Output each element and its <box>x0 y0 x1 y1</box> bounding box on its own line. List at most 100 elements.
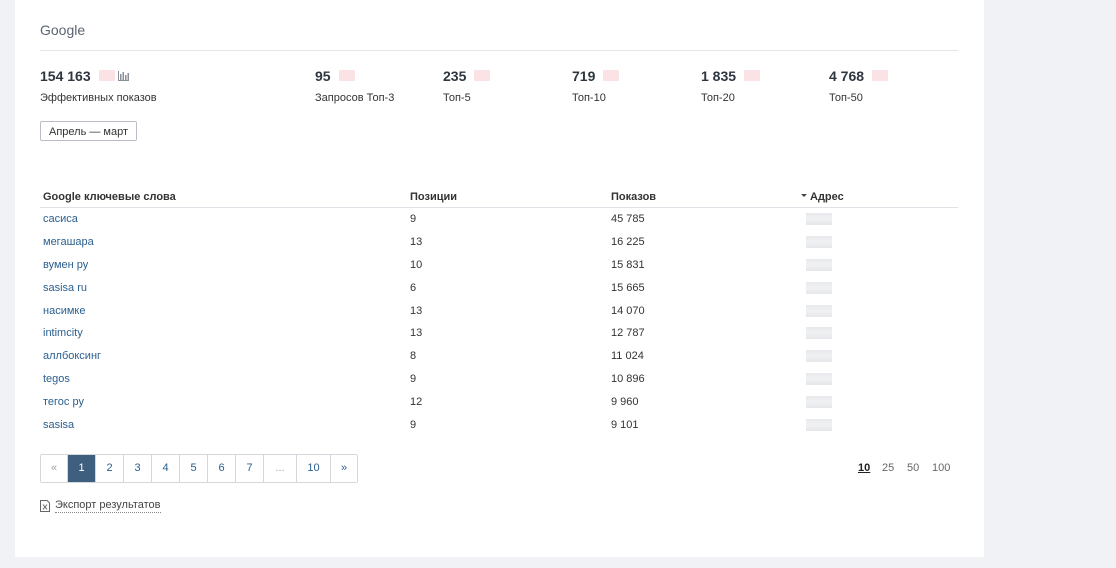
address-cell <box>798 368 958 391</box>
page-5-button[interactable]: 5 <box>180 455 208 482</box>
position-cell: 13 <box>410 236 423 249</box>
address-cell <box>798 322 958 345</box>
redacted-address <box>806 304 832 317</box>
position-cell: 9 <box>410 418 417 431</box>
position-cell: 13 <box>410 327 423 340</box>
keyword-cell: аллбоксинг <box>40 345 407 368</box>
stat-top-20: 1 835 Топ-20 <box>701 67 761 104</box>
keyword-cell: мегашара <box>40 231 407 254</box>
redacted-delta <box>474 70 491 82</box>
stat-effective-impressions: 154 163 Эффективных показов <box>40 67 157 104</box>
impressions-cell: 15 831 <box>611 258 645 271</box>
keyword-cell: intimcity <box>40 322 407 345</box>
stat-label: Топ-20 <box>701 92 735 104</box>
column-header-address-label: Адрес <box>810 190 844 203</box>
redacted-delta <box>744 70 761 82</box>
impressions-cell: 14 070 <box>611 304 645 317</box>
page-size-100[interactable]: 100 <box>932 462 950 474</box>
column-header-positions[interactable]: Позиции <box>407 186 608 208</box>
stat-value: 719 <box>572 67 596 84</box>
position-cell: 12 <box>410 395 423 408</box>
keyword-link[interactable]: мегашара <box>43 236 94 248</box>
position-cell: 10 <box>410 258 423 271</box>
stat-value: 154 163 <box>40 67 91 84</box>
stat-value: 4 768 <box>829 67 865 84</box>
bar-chart-icon[interactable] <box>117 70 129 81</box>
keyword-cell: тегос ру <box>40 390 407 413</box>
table-row: насимке 13 14 070 <box>40 299 958 322</box>
stat-top-10: 719 Топ-10 <box>572 67 620 104</box>
address-cell <box>798 345 958 368</box>
keyword-link[interactable]: аллбоксинг <box>43 350 101 362</box>
table-header-row: Google ключевые слова Позиции Показов Ад… <box>40 186 958 208</box>
keyword-link[interactable]: тегос ру <box>43 396 84 408</box>
keyword-link[interactable]: tegos <box>43 373 70 385</box>
table-row: tegos 9 10 896 <box>40 368 958 391</box>
title-divider <box>40 50 958 51</box>
redacted-address <box>806 213 832 226</box>
page-1-button[interactable]: 1 <box>68 455 96 482</box>
column-header-address[interactable]: Адрес <box>798 186 958 208</box>
page-2-button[interactable]: 2 <box>96 455 124 482</box>
stat-value: 1 835 <box>701 67 737 84</box>
keyword-cell: tegos <box>40 368 407 391</box>
stat-top-5: 235 Топ-5 <box>443 67 491 104</box>
keyword-link[interactable]: sasisa <box>43 419 74 431</box>
table-row: сасиса 9 45 785 <box>40 208 958 231</box>
keyword-link[interactable]: сасиса <box>43 213 78 225</box>
page-4-button[interactable]: 4 <box>152 455 180 482</box>
page-7-button[interactable]: 7 <box>236 455 264 482</box>
stat-label: Топ-5 <box>443 92 471 104</box>
table-row: sasisa ru 6 15 665 <box>40 276 958 299</box>
redacted-address <box>806 418 832 431</box>
page-6-button[interactable]: 6 <box>208 455 236 482</box>
page-size-50[interactable]: 50 <box>907 462 919 474</box>
keyword-link[interactable]: intimcity <box>43 327 83 339</box>
impressions-cell: 9 101 <box>611 418 639 431</box>
address-cell <box>798 276 958 299</box>
table-body: сасиса 9 45 785 мегашара 13 16 225 вумен ру 10 1… <box>40 208 958 436</box>
stat-top-3: 95 Запросов Топ-3 <box>315 67 394 104</box>
period-select-button[interactable]: Апрель — март <box>40 121 138 141</box>
redacted-address <box>806 236 832 249</box>
export-label: Экспорт результатов <box>55 499 161 513</box>
page-next-button[interactable]: » <box>331 455 357 482</box>
position-cell: 9 <box>410 372 417 385</box>
page-prev-button[interactable]: « <box>41 455 68 482</box>
keyword-link[interactable]: вумен ру <box>43 259 88 271</box>
table-row: intimcity 13 12 787 <box>40 322 958 345</box>
pagination: « 1 2 3 4 5 6 7 ... 10 » <box>40 454 358 483</box>
impressions-cell: 11 024 <box>611 350 644 363</box>
column-header-impressions[interactable]: Показов <box>608 186 798 208</box>
google-stats-panel: Google 154 163 Эффективных показов 95 За… <box>15 0 984 557</box>
keyword-link[interactable]: sasisa ru <box>43 282 87 294</box>
keyword-cell: вумен ру <box>40 254 407 277</box>
column-header-keyword[interactable]: Google ключевые слова <box>40 186 407 208</box>
keyword-cell: sasisa <box>40 413 407 436</box>
page-10-button[interactable]: 10 <box>297 455 331 482</box>
address-cell <box>798 299 958 322</box>
impressions-cell: 12 787 <box>611 327 645 340</box>
impressions-cell: 45 785 <box>611 213 645 226</box>
sort-desc-icon <box>801 194 807 198</box>
address-cell <box>798 254 958 277</box>
page-size-10[interactable]: 10 <box>858 462 870 474</box>
redacted-delta <box>603 70 620 82</box>
keyword-link[interactable]: насимке <box>43 305 85 317</box>
stat-value: 95 <box>315 67 331 84</box>
table-row: мегашара 13 16 225 <box>40 231 958 254</box>
stat-label: Эффективных показов <box>40 92 157 104</box>
page-3-button[interactable]: 3 <box>124 455 152 482</box>
redacted-delta <box>338 70 355 82</box>
excel-file-icon <box>40 500 50 512</box>
page-size-25[interactable]: 25 <box>882 462 894 474</box>
redacted-delta <box>872 70 889 82</box>
stat-value: 235 <box>443 67 467 84</box>
export-results-link[interactable]: Экспорт результатов <box>40 499 161 513</box>
stat-label: Запросов Топ-3 <box>315 92 395 104</box>
address-cell <box>798 390 958 413</box>
section-title: Google <box>40 22 86 38</box>
redacted-delta <box>98 70 115 82</box>
stat-top-50: 4 768 Топ-50 <box>829 67 889 104</box>
position-cell: 6 <box>410 281 417 294</box>
